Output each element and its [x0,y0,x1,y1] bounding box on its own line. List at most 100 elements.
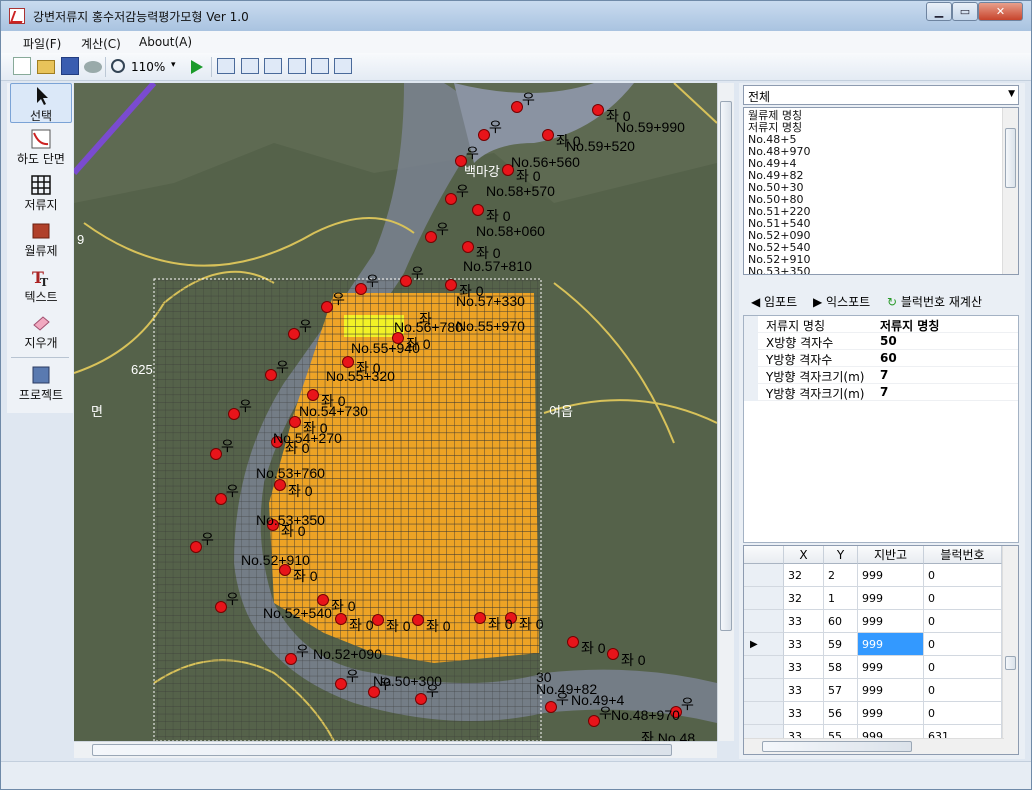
recalc-button[interactable]: ↻ 블럭번호 재계산 [887,293,982,310]
grid-cell[interactable]: 58 [824,656,858,679]
section-point[interactable] [588,715,600,727]
minimize-button[interactable]: ▁ [926,2,952,21]
section-point[interactable] [567,636,579,648]
property-value[interactable]: 7 [880,368,888,382]
save-icon[interactable] [61,57,79,75]
property-value[interactable]: 60 [880,351,897,365]
grid-cell[interactable]: 0 [924,702,1002,725]
grid-cell[interactable]: 0 [924,564,1002,587]
section-point[interactable] [445,279,457,291]
section-point[interactable] [400,275,412,287]
grid-cell[interactable]: 33 [784,679,824,702]
chart-icon[interactable] [217,58,235,74]
grid-cell[interactable]: 59 [824,633,858,656]
section-point[interactable] [542,129,554,141]
grid-cell[interactable]: 1 [824,587,858,610]
grid-cell[interactable]: 999 [858,679,924,702]
maximize-button[interactable]: ▭ [952,2,978,21]
layers-icon[interactable] [311,58,329,74]
section-point[interactable] [228,408,240,420]
list-item[interactable]: No.53+350 [748,266,810,275]
grid-horizontal-scrollbar[interactable] [744,738,1004,754]
grid-cell[interactable]: 999 [858,702,924,725]
grid-export-icon[interactable] [334,58,352,74]
row-header[interactable] [744,564,784,587]
grid-cell[interactable]: 999 [858,587,924,610]
menu-file[interactable]: 파일(F) [23,35,61,52]
chart-compare-icon[interactable] [241,58,259,74]
grid-vertical-scrollbar[interactable] [1002,546,1018,754]
grid-cell[interactable]: 999 [858,656,924,679]
row-header[interactable]: ▶ [744,633,784,656]
open-folder-icon[interactable] [37,60,55,74]
grid-hscroll-thumb[interactable] [762,741,912,752]
zoom-icon[interactable] [111,59,125,73]
property-value[interactable]: 7 [880,385,888,399]
tool-eraser[interactable]: 지우개 [10,311,72,351]
section-point[interactable] [335,613,347,625]
grid-cell[interactable]: 33 [784,633,824,656]
grid-cell[interactable]: 0 [924,656,1002,679]
grid-cell[interactable]: 0 [924,679,1002,702]
section-point[interactable] [307,389,319,401]
section-point[interactable] [511,101,523,113]
grid-cell[interactable]: 2 [824,564,858,587]
section-point[interactable] [474,612,486,624]
tool-cross-section[interactable]: 하도 단면 [10,127,72,167]
section-point[interactable] [425,231,437,243]
section-point[interactable] [335,678,347,690]
map-vertical-scrollbar[interactable] [717,83,734,741]
column-header[interactable]: X [784,546,824,564]
grid-cell[interactable]: 999 [858,564,924,587]
row-header[interactable] [744,610,784,633]
row-header[interactable] [744,587,784,610]
grid-cell[interactable]: 999 [858,633,924,656]
section-point[interactable] [592,104,604,116]
grid-cell[interactable]: 56 [824,702,858,725]
chevron-down-icon[interactable]: ▼ [1008,89,1015,99]
horizontal-scroll-thumb[interactable] [92,744,672,756]
tool-text[interactable]: T T 텍스트 [10,265,72,305]
section-point[interactable] [215,493,227,505]
new-file-icon[interactable] [13,57,31,75]
map-canvas[interactable]: 우좌 0 No.59+990 우 좌 0 No.59+520 No.56+560 우 좌 0N… [74,83,717,741]
table-icon[interactable] [264,58,282,74]
tool-weir[interactable]: 월류제 [10,219,72,259]
zoom-dropdown-icon[interactable]: ▾ [171,60,176,70]
export-button[interactable]: ▶ 익스포트 [813,293,870,310]
section-point[interactable] [210,448,222,460]
property-value[interactable]: 저류지 명칭 [880,317,939,334]
tool-project[interactable]: 프로젝트 [10,363,72,403]
section-point[interactable] [317,594,329,606]
row-header[interactable] [744,679,784,702]
section-point[interactable] [478,129,490,141]
list-scrollbar[interactable] [1002,108,1018,274]
section-point[interactable] [372,614,384,626]
grid-scroll-thumb[interactable] [1005,656,1016,670]
object-listbox[interactable]: 월류제 명칭 저류지 명칭 No.48+5 No.48+970 No.49+4 No.49… [743,107,1019,275]
menu-about[interactable]: About(A) [139,35,192,49]
column-header[interactable]: Y [824,546,858,564]
section-point[interactable] [472,204,484,216]
section-point[interactable] [274,479,286,491]
row-header[interactable] [744,656,784,679]
grid-cell[interactable]: 33 [784,656,824,679]
grid-cell[interactable]: 0 [924,610,1002,633]
grid-cell[interactable]: 60 [824,610,858,633]
section-point[interactable] [445,193,457,205]
property-value[interactable]: 50 [880,334,897,348]
close-button[interactable]: ✕ [978,2,1023,21]
property-row[interactable]: Y방향 격자수 60 [744,350,1018,367]
row-header[interactable] [744,702,784,725]
property-row[interactable]: Y방향 격자크기(m) 7 [744,367,1018,384]
menu-calc[interactable]: 계산(C) [81,35,121,52]
map-horizontal-scrollbar[interactable] [74,741,717,758]
column-header[interactable]: 지반고 [858,546,924,564]
list-scroll-thumb[interactable] [1005,128,1016,188]
property-row[interactable]: X방향 격자수 50 [744,333,1018,350]
section-point[interactable] [412,614,424,626]
section-point[interactable] [355,283,367,295]
section-point[interactable] [462,241,474,253]
section-point[interactable] [190,541,202,553]
section-point[interactable] [607,648,619,660]
